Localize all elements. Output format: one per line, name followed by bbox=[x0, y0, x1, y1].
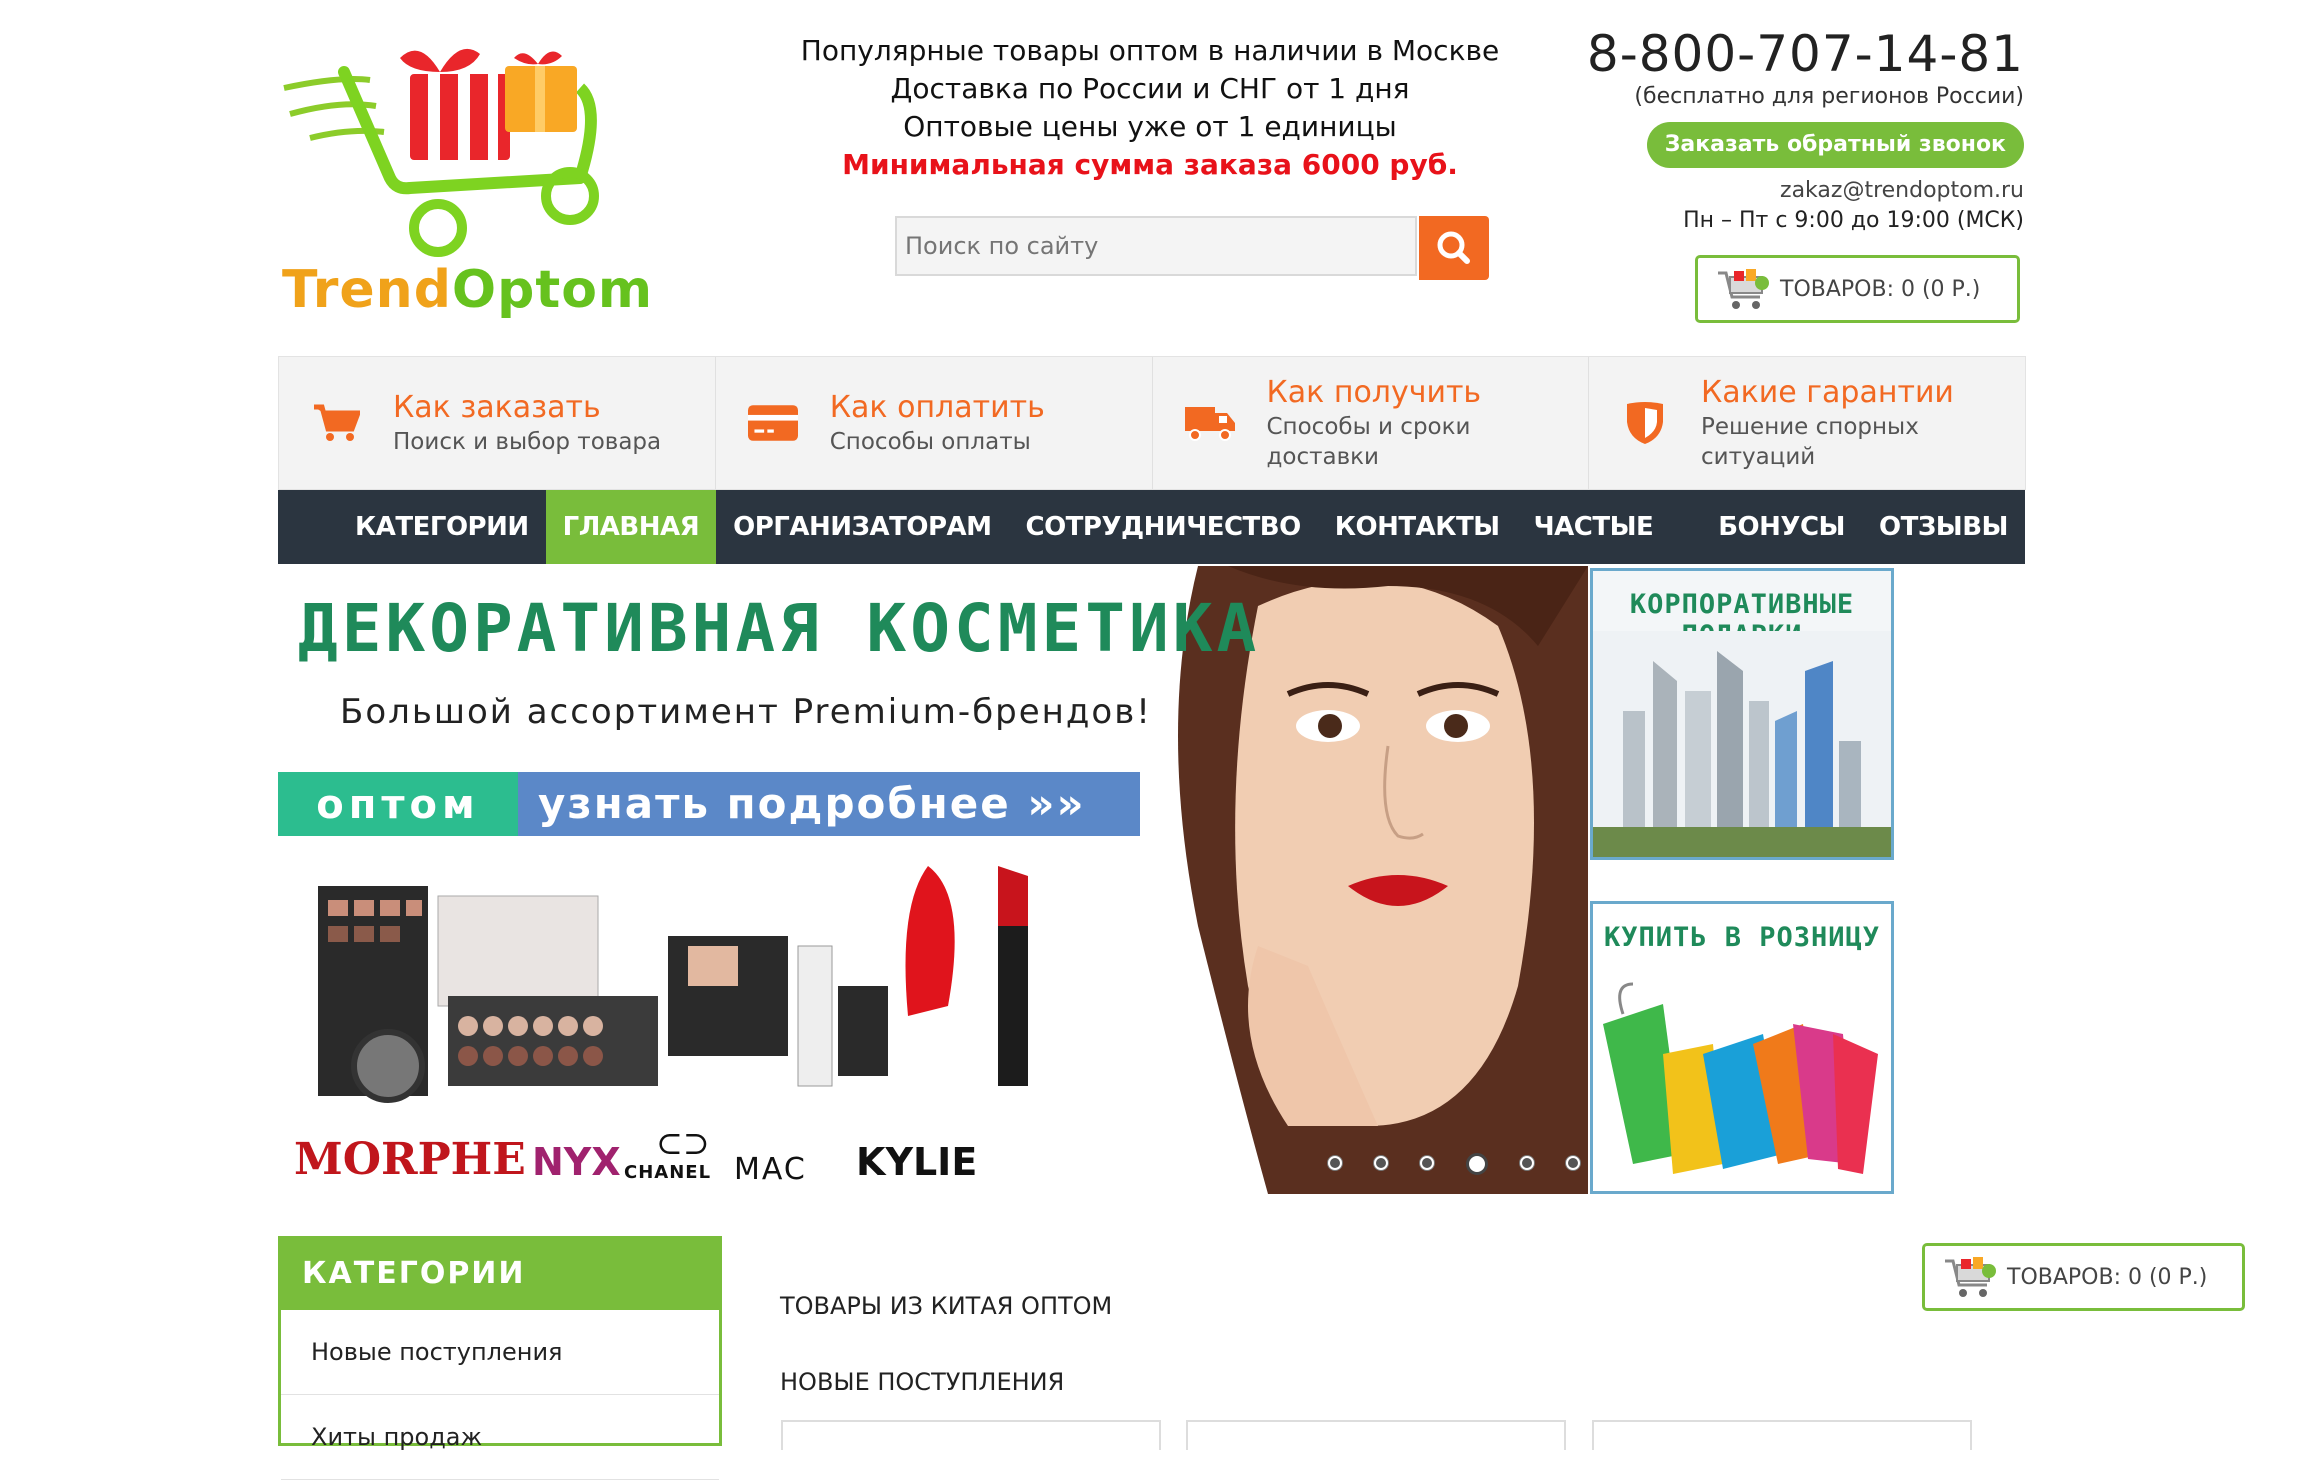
product-card[interactable] bbox=[781, 1420, 1161, 1450]
categories-heading: КАТЕГОРИИ bbox=[278, 1236, 722, 1310]
shopping-bags-image bbox=[1603, 982, 1878, 1174]
slider-dot-active[interactable] bbox=[1466, 1153, 1488, 1175]
cart-summary: ТОВАРОВ: 0 (0 Р.) bbox=[1780, 276, 1981, 302]
slider-dot[interactable] bbox=[1520, 1156, 1534, 1170]
info-subtitle: Способы и сроки доставки bbox=[1266, 414, 1471, 470]
chanel-cc-icon: ⊂⊃ bbox=[656, 1124, 710, 1162]
cart-summary: ТОВАРОВ: 0 (0 Р.) bbox=[2007, 1264, 2208, 1290]
category-item[interactable]: Новые поступления bbox=[281, 1310, 719, 1395]
info-title: Как заказать bbox=[393, 390, 601, 425]
retail-banner[interactable]: КУПИТЬ В РОЗНИЦУ bbox=[1590, 901, 1894, 1194]
site-logo[interactable]: TrendOptom bbox=[280, 28, 652, 333]
floating-cart-button[interactable]: ТОВАРОВ: 0 (0 Р.) bbox=[1922, 1243, 2245, 1311]
nav-item-faq[interactable]: ЧАСТЫЕ ВОПРОСЫ bbox=[1517, 490, 1702, 616]
banner-tag: оптом bbox=[278, 772, 518, 836]
info-title: Как получить bbox=[1266, 375, 1482, 410]
nav-item-bonuses[interactable]: БОНУСЫ bbox=[1701, 490, 1862, 564]
info-item-how-to-receive[interactable]: Как получить Способы и сроки доставки bbox=[1153, 357, 1590, 489]
search-input[interactable] bbox=[895, 216, 1417, 276]
info-subtitle: Способы оплаты bbox=[829, 429, 1031, 455]
categories-panel: КАТЕГОРИИ Новые поступления Хиты продаж bbox=[278, 1236, 722, 1480]
shopping-cart-icon bbox=[1718, 269, 1769, 309]
brand-logo-nyx: NYX bbox=[532, 1140, 621, 1184]
category-item[interactable]: Хиты продаж bbox=[281, 1395, 719, 1480]
promo-line: Доставка по России и СНГ от 1 дня bbox=[890, 72, 1410, 105]
logo-cart-icon bbox=[283, 48, 599, 257]
nav-item-reviews[interactable]: ОТЗЫВЫ bbox=[1862, 490, 2025, 564]
ad-title: КУПИТЬ В РОЗНИЦУ bbox=[1603, 922, 1881, 953]
section-heading-new: НОВЫЕ ПОСТУПЛЕНИЯ bbox=[780, 1368, 1065, 1396]
min-order-notice: Минимальная сумма заказа 6000 руб. bbox=[842, 148, 1458, 181]
credit-card-icon bbox=[747, 398, 798, 448]
hero-slider[interactable]: ДЕКОРАТИВНАЯ КОСМЕТИКА Большой ассортиме… bbox=[278, 566, 1588, 1194]
slider-dot[interactable] bbox=[1566, 1156, 1580, 1170]
product-card[interactable] bbox=[1592, 1420, 1972, 1450]
slider-dot[interactable] bbox=[1374, 1156, 1388, 1170]
cart-button[interactable]: ТОВАРОВ: 0 (0 Р.) bbox=[1695, 255, 2020, 323]
search-form bbox=[895, 216, 1489, 280]
corporate-gifts-banner[interactable]: КОРПОРАТИВНЫЕ ПОДАРКИ bbox=[1590, 568, 1894, 860]
info-bar: Как заказать Поиск и выбор товара Как оп… bbox=[278, 356, 2026, 490]
brand-logo-mac: MAC bbox=[734, 1152, 807, 1187]
shield-icon bbox=[1621, 398, 1669, 448]
truck-icon bbox=[1184, 398, 1235, 448]
brand-logo-morphe: MORPHE bbox=[294, 1134, 526, 1185]
slider-dot[interactable] bbox=[1420, 1156, 1434, 1170]
cart-icon bbox=[311, 398, 361, 448]
banner-cta[interactable]: узнать подробнее »» bbox=[518, 772, 1140, 836]
logo-text: TrendOptom bbox=[282, 260, 654, 320]
nav-item-cooperation[interactable]: СОТРУДНИЧЕСТВО bbox=[1009, 490, 1318, 564]
banner-subtitle: Большой ассортимент Premium-брендов! bbox=[340, 692, 1152, 732]
slider-dot[interactable] bbox=[1328, 1156, 1342, 1170]
main-nav: КАТЕГОРИИ ⌄ ГЛАВНАЯ ОРГАНИЗАТОРАМ СП СОТ… bbox=[278, 490, 2025, 616]
promo-line: Оптовые цены уже от 1 единицы bbox=[903, 110, 1397, 143]
info-item-how-to-order[interactable]: Как заказать Поиск и выбор товара bbox=[279, 357, 716, 489]
banner-title: ДЕКОРАТИВНАЯ КОСМЕТИКА bbox=[298, 590, 1261, 667]
info-item-guarantees[interactable]: Какие гарантии Решение спорных ситуаций bbox=[1589, 357, 2025, 489]
product-card[interactable] bbox=[1186, 1420, 1566, 1450]
brand-logo-kylie: KYLIE bbox=[856, 1140, 978, 1184]
phone-note: (бесплатно для регионов России) bbox=[1634, 84, 2024, 109]
callback-button[interactable]: Заказать обратный звонок bbox=[1646, 122, 2024, 168]
nav-item-home[interactable]: ГЛАВНАЯ bbox=[545, 490, 717, 564]
search-icon bbox=[1437, 231, 1470, 264]
cosmetics-products-image bbox=[318, 866, 1028, 1103]
info-subtitle: Решение спорных ситуаций bbox=[1700, 414, 1919, 470]
nav-item-organizers[interactable]: ОРГАНИЗАТОРАМ СП bbox=[716, 490, 1008, 616]
promo-line: Популярные товары оптом в наличии в Моск… bbox=[800, 34, 1500, 67]
shopping-cart-icon bbox=[1945, 1257, 1996, 1297]
section-heading-china: ТОВАРЫ ИЗ КИТАЯ ОПТОМ bbox=[780, 1292, 1113, 1320]
info-title: Какие гарантии bbox=[1700, 375, 1954, 410]
brand-logo-chanel: CHANEL bbox=[624, 1162, 712, 1183]
email-link[interactable]: zakaz@trendoptom.ru bbox=[1564, 176, 2024, 206]
search-button[interactable] bbox=[1419, 216, 1489, 280]
info-subtitle: Поиск и выбор товара bbox=[393, 429, 662, 455]
promo-text: Популярные товары оптом в наличии в Моск… bbox=[760, 32, 1540, 184]
contacts-block: 8-800-707-14-81 (бесплатно для регионов … bbox=[1564, 24, 2024, 236]
nav-item-categories[interactable]: КАТЕГОРИИ ⌄ bbox=[338, 490, 546, 614]
nav-item-contacts[interactable]: КОНТАКТЫ bbox=[1318, 490, 1517, 564]
skyscrapers-image bbox=[1593, 631, 1891, 857]
info-item-how-to-pay[interactable]: Как оплатить Способы оплаты bbox=[716, 357, 1153, 489]
slider-dots bbox=[1328, 1153, 1588, 1175]
info-title: Как оплатить bbox=[829, 390, 1045, 425]
phone-number[interactable]: 8-800-707-14-81 bbox=[1564, 24, 2024, 84]
working-hours: Пн – Пт с 9:00 до 19:00 (МСК) bbox=[1683, 208, 2024, 233]
